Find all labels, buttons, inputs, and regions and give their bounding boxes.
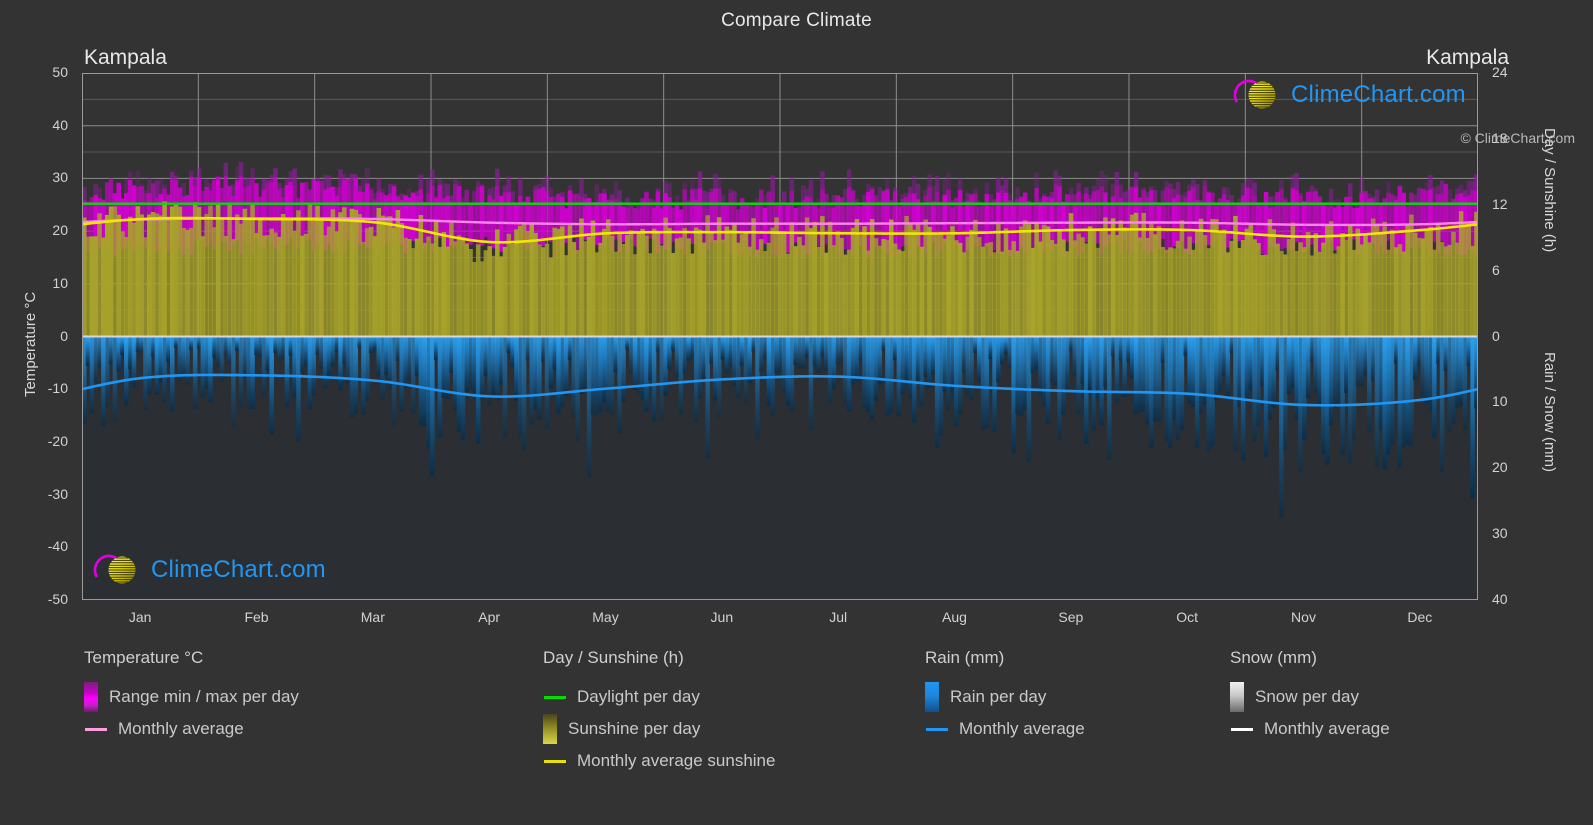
legend-item-label: Monthly average <box>118 719 244 738</box>
legend-line-icon <box>1231 727 1253 731</box>
chart-legend: Temperature °C Range min / max per day Mon… <box>0 648 1593 818</box>
temperature-tick-20: 20 <box>52 222 68 239</box>
month-tick-dec: Dec <box>1407 609 1433 625</box>
climechart-logo-icon <box>1233 79 1276 111</box>
legend-item-label: Daylight per day <box>577 687 700 706</box>
legend-item-label: Range min / max per day <box>109 687 299 706</box>
daylight-tick-12: 12 <box>1492 195 1508 212</box>
legend-heading-temperature: Temperature °C <box>84 648 204 667</box>
rain-tick-30: 30 <box>1492 525 1508 542</box>
watermark-text-top: ClimeChart.com <box>1291 81 1466 108</box>
legend-column-day-sunshine: Day / Sunshine (h) Daylight per day Sunshi… <box>543 648 775 777</box>
chart-canvas <box>82 73 1478 600</box>
temperature-tick--10: -10 <box>47 380 68 397</box>
month-tick-apr: Apr <box>478 609 501 625</box>
copyright-notice: © ClimeChart.com <box>1460 130 1575 146</box>
legend-item[interactable]: Monthly average sunshine <box>543 745 775 777</box>
month-tick-jun: Jun <box>710 609 734 625</box>
chart-plot-area <box>82 73 1478 600</box>
legend-line-icon <box>544 759 566 763</box>
legend-item[interactable]: Range min / max per day <box>84 681 299 713</box>
temperature-tick-50: 50 <box>52 64 68 80</box>
month-tick-aug: Aug <box>942 609 967 625</box>
city-label-left: Kampala <box>84 46 167 69</box>
legend-swatch-icon <box>925 682 939 712</box>
legend-heading-snow: Snow (mm) <box>1230 648 1317 667</box>
axis-label-rain-snow: Rain / Snow (mm) <box>1541 351 1558 472</box>
month-tick-nov: Nov <box>1291 609 1316 625</box>
temperature-tick-30: 30 <box>52 169 68 186</box>
temperature-tick--40: -40 <box>47 538 68 555</box>
month-tick-feb: Feb <box>244 609 269 625</box>
climechart-logo-icon <box>1232 78 1284 112</box>
month-tick-oct: Oct <box>1176 609 1199 625</box>
legend-item[interactable]: Monthly average <box>925 713 1085 745</box>
rain-tick-40: 40 <box>1492 591 1508 607</box>
legend-item[interactable]: Daylight per day <box>543 681 775 713</box>
legend-item-label: Monthly average <box>1264 719 1390 738</box>
daylight-tick-6: 6 <box>1492 261 1500 278</box>
legend-item-label: Sunshine per day <box>568 719 701 738</box>
legend-item-label: Snow per day <box>1255 687 1359 706</box>
legend-column-snow: Snow (mm) Snow per day Monthly average <box>1230 648 1390 745</box>
temperature-tick--50: -50 <box>47 591 68 607</box>
temperature-tick-10: 10 <box>52 274 68 291</box>
watermark-logo-bottom: ClimeChart.com <box>92 553 326 587</box>
temperature-tick-40: 40 <box>52 116 68 133</box>
temperature-tick--30: -30 <box>47 485 68 502</box>
legend-heading-day-sunshine: Day / Sunshine (h) <box>543 648 684 667</box>
legend-item[interactable]: Sunshine per day <box>543 713 775 745</box>
legend-item[interactable]: Rain per day <box>925 681 1085 713</box>
climechart-logo-icon <box>92 553 144 587</box>
legend-line-icon <box>85 727 107 731</box>
daylight-tick-24: 24 <box>1492 64 1508 80</box>
climechart-logo-icon <box>93 554 136 586</box>
watermark-logo-top: ClimeChart.com <box>1232 78 1466 112</box>
month-tick-jan: Jan <box>128 609 152 625</box>
legend-column-rain: Rain (mm) Rain per day Monthly average <box>925 648 1085 745</box>
legend-column-temperature: Temperature °C Range min / max per day Mon… <box>84 648 299 745</box>
temperature-tick-0: 0 <box>60 327 68 344</box>
month-tick-may: May <box>592 609 619 625</box>
legend-swatch-icon <box>84 682 98 712</box>
watermark-text-bottom: ClimeChart.com <box>151 556 326 583</box>
legend-swatch-icon <box>543 714 557 744</box>
legend-line-icon <box>926 727 948 731</box>
month-tick-jul: Jul <box>829 609 848 625</box>
legend-item[interactable]: Monthly average <box>1230 713 1390 745</box>
month-tick-sep: Sep <box>1058 609 1084 625</box>
legend-item-label: Monthly average sunshine <box>577 751 776 770</box>
climate-chart-page: Compare Climate Kampala Kampala Temperat… <box>0 0 1593 825</box>
axis-label-day-sunshine: Day / Sunshine (h) <box>1541 128 1558 253</box>
legend-item-label: Monthly average <box>959 719 1085 738</box>
temperature-tick--20: -20 <box>47 432 68 449</box>
page-title: Compare Climate <box>721 10 872 31</box>
legend-item-label: Rain per day <box>950 687 1047 706</box>
rain-tick-10: 10 <box>1492 393 1508 410</box>
month-tick-mar: Mar <box>360 609 385 625</box>
legend-swatch-icon <box>1230 682 1244 712</box>
legend-item[interactable]: Monthly average <box>84 713 299 745</box>
legend-line-icon <box>544 695 566 699</box>
legend-item[interactable]: Snow per day <box>1230 681 1390 713</box>
daylight-tick-0: 0 <box>1492 327 1500 344</box>
legend-heading-rain: Rain (mm) <box>925 648 1005 667</box>
rain-tick-20: 20 <box>1492 459 1508 476</box>
